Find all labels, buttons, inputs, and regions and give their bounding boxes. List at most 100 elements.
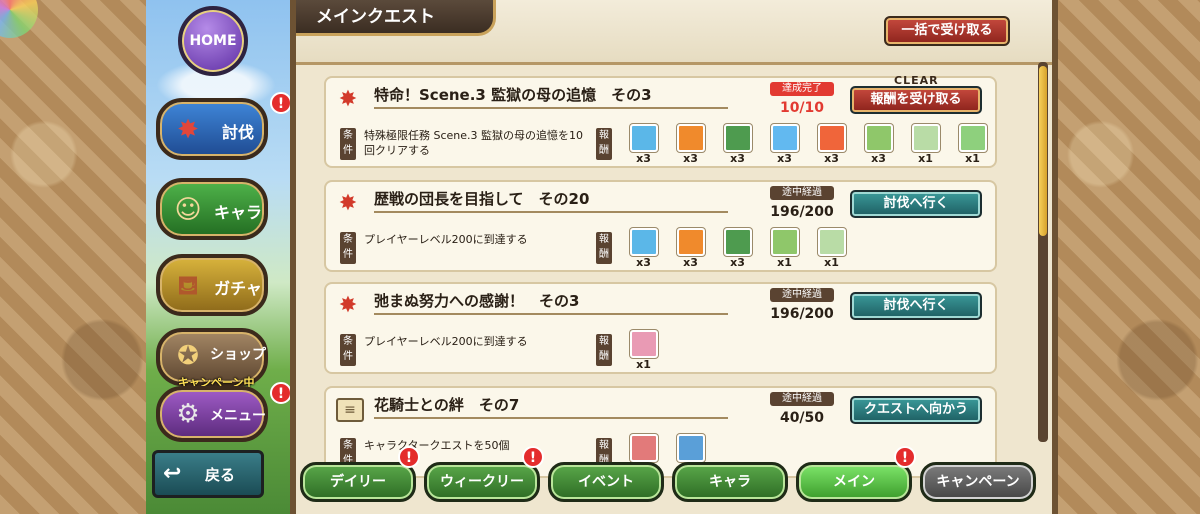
- quest-progress: 40/50: [779, 410, 825, 426]
- tab-event[interactable]: イベント: [548, 462, 664, 502]
- reward-item-icon: [771, 124, 799, 152]
- reward-item-icon: [630, 330, 658, 358]
- tab-daily[interactable]: デイリー: [300, 462, 416, 502]
- subjugation-button[interactable]: ✸ 討伐: [156, 98, 268, 160]
- reward-quantity: x1: [965, 152, 980, 165]
- reward-item[interactable]: x1: [630, 330, 658, 372]
- reward-item[interactable]: [677, 434, 705, 462]
- reward-quantity: x3: [636, 256, 651, 269]
- quest-card[interactable]: ✸ 歴戦の団長を目指して その20 途中経過 196/200 討伐へ行く 条件 プレイヤーレ…: [324, 180, 997, 272]
- menu-button[interactable]: ⚙ メニュー: [156, 386, 268, 442]
- reward-quantity: x3: [636, 152, 651, 165]
- panel-header: メインクエスト 一括で受け取る: [296, 0, 1052, 65]
- back-label: 戻る: [205, 466, 236, 484]
- reward-list: x3 x3 x3 x1 x1: [630, 228, 846, 270]
- condition-tag: 条件: [340, 232, 356, 264]
- gear-icon: ⚙: [176, 399, 200, 429]
- party-characters-icon: ☺: [174, 195, 202, 225]
- claim-all-button[interactable]: 一括で受け取る: [884, 16, 1010, 46]
- gacha-button[interactable]: ⛾ ガチャ: [156, 254, 268, 316]
- reward-item[interactable]: x3: [724, 124, 752, 166]
- reward-item[interactable]: x3: [724, 228, 752, 270]
- quest-status-badge: 達成完了: [770, 82, 834, 96]
- back-button[interactable]: ↩ 戻る: [152, 450, 264, 498]
- quest-title: 花騎士との絆 その7: [374, 394, 728, 419]
- subjugation-alert-icon: !: [270, 92, 292, 114]
- reward-quantity: x3: [683, 152, 698, 165]
- condition-tag: 条件: [340, 334, 356, 366]
- flowerpot-icon: ⛾: [177, 271, 199, 301]
- characters-label: キャラ: [213, 203, 262, 222]
- go-quest-button[interactable]: 討伐へ行く: [850, 292, 982, 320]
- reward-item[interactable]: [630, 434, 658, 462]
- reward-item-icon: [677, 228, 705, 256]
- reward-tag: 報酬: [596, 232, 612, 264]
- condition-text: キャラクタークエストを50個: [364, 439, 510, 452]
- reward-item-icon: [959, 124, 987, 152]
- reward-item-icon: [912, 124, 940, 152]
- home-button[interactable]: HOME: [178, 6, 248, 76]
- reward-tag: 報酬: [596, 128, 612, 160]
- reward-item[interactable]: x3: [818, 124, 846, 166]
- bee-monster-icon: ✸: [338, 293, 358, 318]
- reward-quantity: x1: [636, 358, 651, 371]
- quest-progress: 10/10: [779, 100, 825, 116]
- shop-label: ショップ: [210, 347, 266, 363]
- reward-item-icon: [630, 124, 658, 152]
- tab-character[interactable]: キャラ: [672, 462, 788, 502]
- reward-item[interactable]: x3: [677, 124, 705, 166]
- reward-item-icon: [865, 124, 893, 152]
- go-quest-button[interactable]: 討伐へ行く: [850, 190, 982, 218]
- menu-label: メニュー: [210, 408, 266, 424]
- left-ornate-background: [0, 0, 146, 514]
- reward-item-icon: [630, 228, 658, 256]
- reward-item-icon: [818, 124, 846, 152]
- reward-item[interactable]: x1: [912, 124, 940, 166]
- tab-weekly[interactable]: ウィークリー: [424, 462, 540, 502]
- back-arrow-icon: ↩: [163, 461, 182, 486]
- tab-alert-icon: !: [894, 446, 916, 468]
- reward-item-icon: [771, 228, 799, 256]
- reward-quantity: x3: [777, 152, 792, 165]
- quest-list-scrollbar[interactable]: [1038, 62, 1048, 442]
- reward-item[interactable]: x1: [959, 124, 987, 166]
- tab-main[interactable]: メイン: [796, 462, 912, 502]
- reward-list: x3 x3 x3 x3 x3 x3 x1 x1: [630, 124, 987, 166]
- quest-card[interactable]: ✸ 弛まぬ努力への感謝！ その3 途中経過 196/200 討伐へ行く 条件 プレイヤーレベ…: [324, 282, 997, 374]
- tab-alert-icon: !: [398, 446, 420, 468]
- scrollbar-thumb[interactable]: [1039, 66, 1047, 236]
- reward-quantity: x1: [918, 152, 933, 165]
- reward-quantity: x3: [871, 152, 886, 165]
- reward-item[interactable]: x3: [630, 124, 658, 166]
- quest-card[interactable]: ✸ 特命！Scene.3 監獄の母の追憶 その3 達成完了 10/10 CLEAR 報酬を…: [324, 74, 997, 168]
- right-ornate-background: [1058, 0, 1200, 514]
- quest-status-badge: 途中経過: [770, 288, 834, 302]
- reward-item[interactable]: x3: [771, 124, 799, 166]
- tab-campaign[interactable]: キャンペーン: [920, 462, 1036, 502]
- condition-text: プレイヤーレベル200に到達する: [364, 335, 528, 348]
- corner-badge-icon[interactable]: [0, 0, 38, 38]
- reward-list: x1: [630, 330, 658, 372]
- reward-item-icon: [724, 124, 752, 152]
- reward-item[interactable]: x3: [630, 228, 658, 270]
- claim-reward-button[interactable]: 報酬を受け取る: [850, 86, 982, 114]
- reward-item[interactable]: x3: [865, 124, 893, 166]
- reward-item-icon: [724, 228, 752, 256]
- condition-text: プレイヤーレベル200に到達する: [364, 233, 528, 246]
- reward-item[interactable]: x1: [818, 228, 846, 270]
- quest-title: 弛まぬ努力への感謝！ その3: [374, 290, 728, 315]
- tab-alert-icon: !: [522, 446, 544, 468]
- reward-item[interactable]: x1: [771, 228, 799, 270]
- go-quest-button[interactable]: クエストへ向かう: [850, 396, 982, 424]
- quest-title: 特命！Scene.3 監獄の母の追憶 その3: [374, 84, 728, 109]
- reward-item[interactable]: x3: [677, 228, 705, 270]
- condition-tag: 条件: [340, 128, 356, 160]
- characters-button[interactable]: ☺ キャラ: [156, 178, 268, 240]
- bee-monster-icon: ✸: [338, 191, 358, 216]
- main-quest-panel: メインクエスト 一括で受け取る ✸ 特命！Scene.3 監獄の母の追憶 その3 達…: [290, 0, 1058, 514]
- reward-quantity: x1: [824, 256, 839, 269]
- treasure-pile-icon: ✪: [177, 341, 199, 371]
- condition-text: 特殊極限任務 Scene.3 監獄の母の追憶を10回クリアする: [364, 129, 584, 157]
- reward-quantity: x3: [683, 256, 698, 269]
- gacha-label: ガチャ: [214, 279, 262, 298]
